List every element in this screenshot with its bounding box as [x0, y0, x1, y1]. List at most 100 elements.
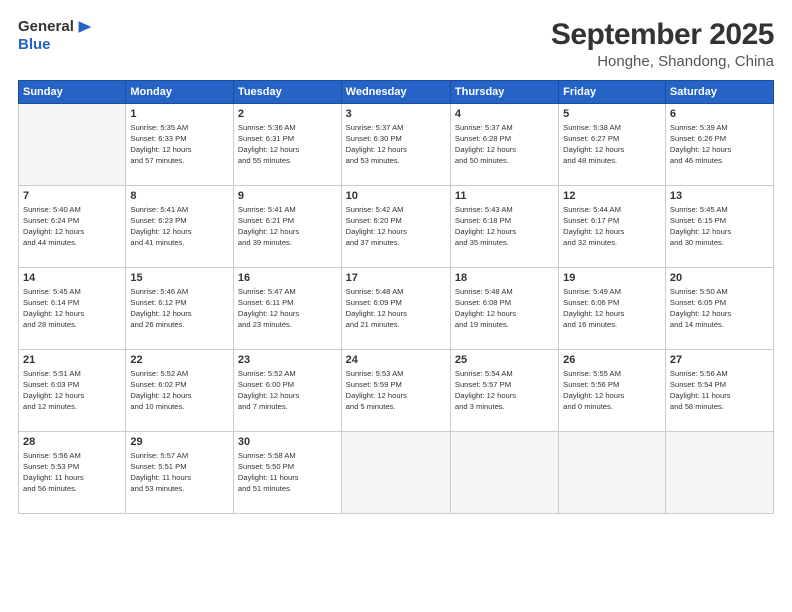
day-number: 20 [670, 272, 769, 284]
calendar-cell: 5 Sunrise: 5:38 AM Sunset: 6:27 PM Daylig… [559, 104, 666, 186]
calendar-cell [19, 104, 126, 186]
title-block: September 2025 Honghe, Shandong, China [551, 18, 774, 70]
day-number: 7 [23, 190, 121, 202]
calendar-cell: 22Sunrise: 5:52 AM Sunset: 6:02 PM Dayli… [126, 350, 234, 432]
day-number: 25 [455, 354, 554, 366]
day-number: 28 [23, 436, 121, 448]
day-info: Sunrise: 5:39 AM Sunset: 6:26 PM Dayligh… [670, 122, 769, 166]
calendar-cell: 17 Sunrise: 5:48 AM Sunset: 6:09 PM Dayli… [341, 268, 450, 350]
calendar-subtitle: Honghe, Shandong, China [551, 53, 774, 70]
day-info: Sunrise: 5:41 AM Sunset: 6:21 PM Dayligh… [238, 204, 337, 248]
calendar-cell: 25 Sunrise: 5:54 AM Sunset: 5:57 PM Dayli… [450, 350, 558, 432]
day-number: 18 [455, 272, 554, 284]
calendar-cell [341, 432, 450, 514]
day-info: Sunrise: 5:50 AM Sunset: 6:05 PM Dayligh… [670, 286, 769, 330]
weekday-header-saturday: Saturday [665, 81, 773, 104]
day-info: Sunrise: 5:54 AM Sunset: 5:57 PM Dayligh… [455, 368, 554, 412]
header: General Blue September 2025 Honghe, Shan… [18, 18, 774, 70]
day-info: Sunrise: 5:58 AM Sunset: 5:50 PM Dayligh… [238, 450, 337, 494]
day-info: Sunrise: 5:52 AM Sunset: 6:02 PM Dayligh… [130, 368, 229, 412]
day-number: 4 [455, 108, 554, 120]
day-info: Sunrise: 5:37 AM Sunset: 6:28 PM Dayligh… [455, 122, 554, 166]
calendar-cell: 11Sunrise: 5:43 AM Sunset: 6:18 PM Dayli… [450, 186, 558, 268]
calendar-cell: 2 Sunrise: 5:36 AM Sunset: 6:31 PM Daylig… [233, 104, 341, 186]
day-number: 27 [670, 354, 769, 366]
day-number: 1 [130, 108, 229, 120]
day-info: Sunrise: 5:44 AM Sunset: 6:17 PM Dayligh… [563, 204, 661, 248]
weekday-header-wednesday: Wednesday [341, 81, 450, 104]
calendar-cell [665, 432, 773, 514]
day-number: 17 [346, 272, 446, 284]
day-number: 10 [346, 190, 446, 202]
calendar-cell: 1Sunrise: 5:35 AM Sunset: 6:33 PM Daylig… [126, 104, 234, 186]
day-info: Sunrise: 5:43 AM Sunset: 6:18 PM Dayligh… [455, 204, 554, 248]
calendar-cell: 18 Sunrise: 5:48 AM Sunset: 6:08 PM Dayli… [450, 268, 558, 350]
day-info: Sunrise: 5:38 AM Sunset: 6:27 PM Dayligh… [563, 122, 661, 166]
day-number: 6 [670, 108, 769, 120]
calendar-cell [559, 432, 666, 514]
calendar-cell: 12 Sunrise: 5:44 AM Sunset: 6:17 PM Dayli… [559, 186, 666, 268]
day-info: Sunrise: 5:55 AM Sunset: 5:56 PM Dayligh… [563, 368, 661, 412]
day-info: Sunrise: 5:56 AM Sunset: 5:53 PM Dayligh… [23, 450, 121, 494]
day-number: 12 [563, 190, 661, 202]
day-info: Sunrise: 5:49 AM Sunset: 6:06 PM Dayligh… [563, 286, 661, 330]
day-info: Sunrise: 5:37 AM Sunset: 6:30 PM Dayligh… [346, 122, 446, 166]
day-info: Sunrise: 5:52 AM Sunset: 6:00 PM Dayligh… [238, 368, 337, 412]
calendar-cell: 23 Sunrise: 5:52 AM Sunset: 6:00 PM Dayli… [233, 350, 341, 432]
day-number: 9 [238, 190, 337, 202]
calendar-cell: 10Sunrise: 5:42 AM Sunset: 6:20 PM Dayli… [341, 186, 450, 268]
calendar-cell: 19 Sunrise: 5:49 AM Sunset: 6:06 PM Dayli… [559, 268, 666, 350]
calendar-cell: 24Sunrise: 5:53 AM Sunset: 5:59 PM Dayli… [341, 350, 450, 432]
calendar-cell: 4 Sunrise: 5:37 AM Sunset: 6:28 PM Daylig… [450, 104, 558, 186]
day-info: Sunrise: 5:41 AM Sunset: 6:23 PM Dayligh… [130, 204, 229, 248]
day-number: 14 [23, 272, 121, 284]
weekday-header-tuesday: Tuesday [233, 81, 341, 104]
calendar-cell: 20 Sunrise: 5:50 AM Sunset: 6:05 PM Dayli… [665, 268, 773, 350]
calendar-cell: 6 Sunrise: 5:39 AM Sunset: 6:26 PM Daylig… [665, 104, 773, 186]
day-info: Sunrise: 5:40 AM Sunset: 6:24 PM Dayligh… [23, 204, 121, 248]
calendar-cell: 14 Sunrise: 5:45 AM Sunset: 6:14 PM Dayli… [19, 268, 126, 350]
weekday-header-friday: Friday [559, 81, 666, 104]
calendar-cell: 7 Sunrise: 5:40 AM Sunset: 6:24 PM Daylig… [19, 186, 126, 268]
day-info: Sunrise: 5:45 AM Sunset: 6:15 PM Dayligh… [670, 204, 769, 248]
day-number: 13 [670, 190, 769, 202]
logo-blue: Blue [18, 36, 94, 54]
day-number: 26 [563, 354, 661, 366]
calendar-cell: 3 Sunrise: 5:37 AM Sunset: 6:30 PM Daylig… [341, 104, 450, 186]
calendar-cell: 30Sunrise: 5:58 AM Sunset: 5:50 PM Dayli… [233, 432, 341, 514]
day-number: 24 [346, 354, 446, 366]
day-info: Sunrise: 5:56 AM Sunset: 5:54 PM Dayligh… [670, 368, 769, 412]
day-number: 21 [23, 354, 121, 366]
day-number: 23 [238, 354, 337, 366]
calendar-cell: 27 Sunrise: 5:56 AM Sunset: 5:54 PM Dayli… [665, 350, 773, 432]
day-info: Sunrise: 5:57 AM Sunset: 5:51 PM Dayligh… [130, 450, 229, 494]
day-number: 15 [130, 272, 229, 284]
logo: General Blue [18, 18, 94, 54]
day-info: Sunrise: 5:51 AM Sunset: 6:03 PM Dayligh… [23, 368, 121, 412]
day-number: 5 [563, 108, 661, 120]
calendar-cell: 8 Sunrise: 5:41 AM Sunset: 6:23 PM Daylig… [126, 186, 234, 268]
calendar-cell: 21 Sunrise: 5:51 AM Sunset: 6:03 PM Dayli… [19, 350, 126, 432]
day-info: Sunrise: 5:45 AM Sunset: 6:14 PM Dayligh… [23, 286, 121, 330]
weekday-header-sunday: Sunday [19, 81, 126, 104]
logo-text: General [18, 18, 94, 36]
calendar-cell: 28 Sunrise: 5:56 AM Sunset: 5:53 PM Dayli… [19, 432, 126, 514]
day-info: Sunrise: 5:48 AM Sunset: 6:09 PM Dayligh… [346, 286, 446, 330]
calendar-title: September 2025 [551, 18, 774, 52]
day-number: 2 [238, 108, 337, 120]
weekday-header-monday: Monday [126, 81, 234, 104]
calendar-cell: 26 Sunrise: 5:55 AM Sunset: 5:56 PM Dayli… [559, 350, 666, 432]
day-number: 19 [563, 272, 661, 284]
day-info: Sunrise: 5:36 AM Sunset: 6:31 PM Dayligh… [238, 122, 337, 166]
day-number: 3 [346, 108, 446, 120]
calendar-cell: 13 Sunrise: 5:45 AM Sunset: 6:15 PM Dayli… [665, 186, 773, 268]
day-number: 8 [130, 190, 229, 202]
calendar-cell [450, 432, 558, 514]
calendar-cell: 9 Sunrise: 5:41 AM Sunset: 6:21 PM Daylig… [233, 186, 341, 268]
day-number: 16 [238, 272, 337, 284]
day-info: Sunrise: 5:47 AM Sunset: 6:11 PM Dayligh… [238, 286, 337, 330]
calendar-cell: 29Sunrise: 5:57 AM Sunset: 5:51 PM Dayli… [126, 432, 234, 514]
weekday-header-thursday: Thursday [450, 81, 558, 104]
day-info: Sunrise: 5:48 AM Sunset: 6:08 PM Dayligh… [455, 286, 554, 330]
calendar-table: SundayMondayTuesdayWednesdayThursdayFrid… [18, 80, 774, 514]
